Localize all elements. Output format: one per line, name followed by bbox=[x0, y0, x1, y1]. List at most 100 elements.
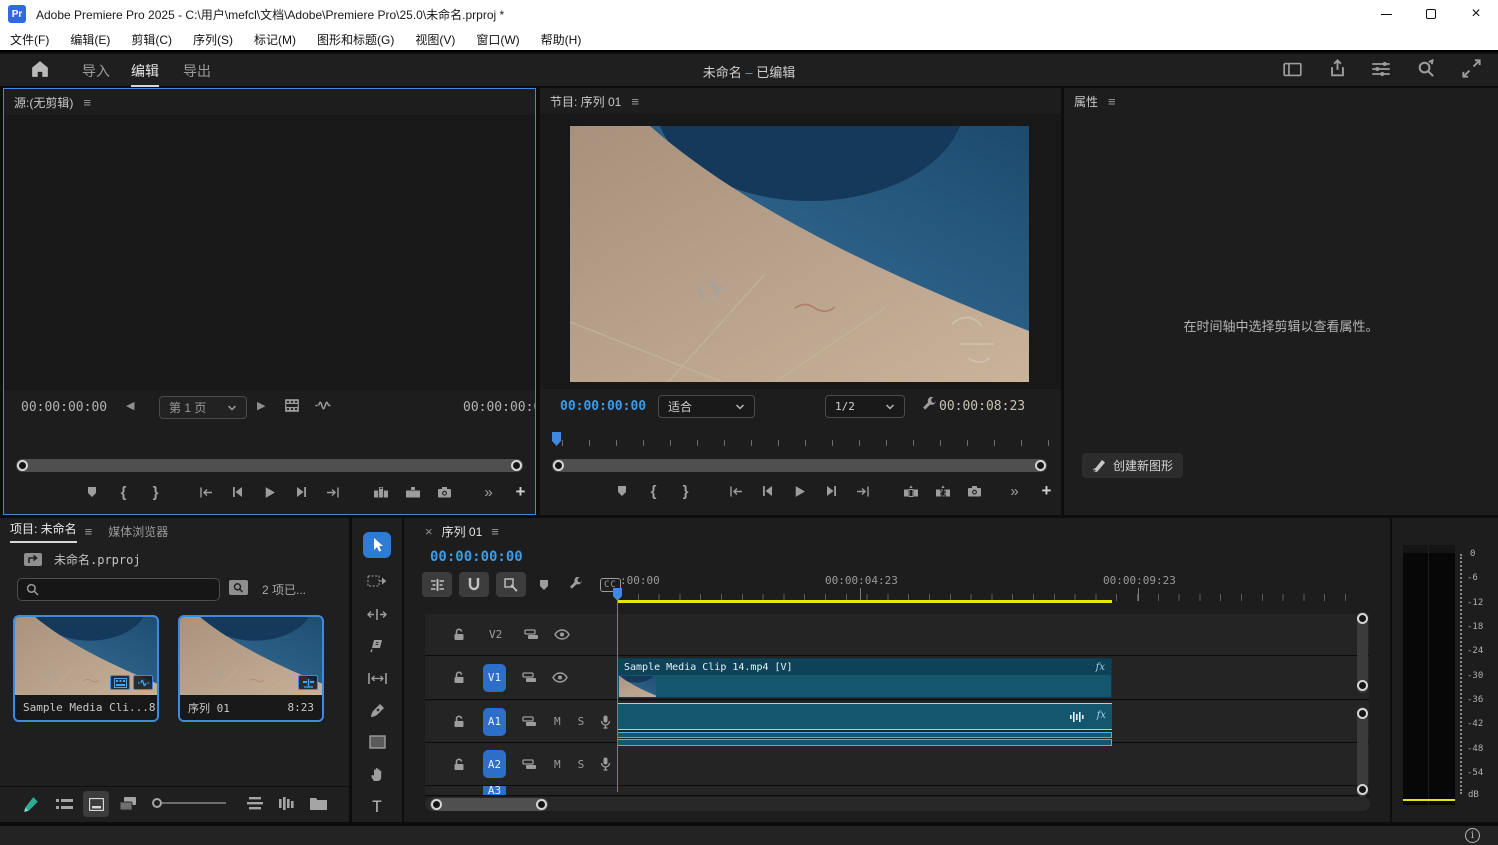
track-target-a1[interactable]: A1 bbox=[483, 708, 506, 736]
vscroll-bottom-handle[interactable] bbox=[1357, 784, 1368, 795]
timeline-hscrollbar-track[interactable] bbox=[425, 797, 1370, 811]
maximize-button[interactable] bbox=[1409, 0, 1453, 28]
snap-button[interactable] bbox=[459, 572, 489, 597]
share-button[interactable] bbox=[1328, 59, 1347, 81]
menu-window[interactable]: 窗口(W) bbox=[476, 31, 519, 48]
step-forward-button[interactable] bbox=[816, 480, 847, 502]
audio-clip-gain-strip-2[interactable] bbox=[617, 739, 1112, 746]
scrollbar-left-handle[interactable] bbox=[17, 460, 28, 471]
thumbnail-zoom-slider[interactable] bbox=[152, 801, 226, 805]
vscroll-top-handle[interactable] bbox=[1357, 613, 1368, 624]
play-button[interactable] bbox=[784, 480, 815, 502]
fullscreen-button[interactable] bbox=[1462, 59, 1481, 81]
selection-tool[interactable] bbox=[363, 532, 391, 558]
track-target-v1[interactable]: V1 bbox=[483, 664, 506, 692]
source-zoom-scrollbar[interactable] bbox=[16, 459, 523, 472]
source-next-page-button[interactable]: ▶ bbox=[257, 399, 265, 412]
project-item-sequence[interactable]: 序列 01 8:23 bbox=[178, 615, 324, 722]
add-marker-button[interactable] bbox=[606, 480, 637, 502]
go-to-out-button[interactable] bbox=[318, 481, 349, 503]
sync-lock-icon[interactable] bbox=[522, 716, 537, 727]
program-zoom-scrollbar[interactable] bbox=[552, 459, 1047, 472]
navigate-up-bin-icon[interactable] bbox=[24, 553, 42, 566]
search-bin-icon[interactable] bbox=[229, 580, 248, 595]
panel-menu-icon[interactable]: ≡ bbox=[631, 94, 639, 109]
close-button[interactable]: × bbox=[1454, 0, 1498, 28]
timeline-add-marker-button[interactable] bbox=[533, 572, 555, 597]
voiceover-mic-icon[interactable] bbox=[600, 715, 611, 729]
timeline-hscrollbar-handle[interactable] bbox=[430, 798, 548, 811]
sync-lock-icon[interactable] bbox=[522, 759, 537, 770]
minimize-button[interactable] bbox=[1364, 0, 1408, 28]
project-search-input[interactable] bbox=[17, 578, 220, 601]
overwrite-button[interactable] bbox=[397, 481, 428, 503]
type-tool[interactable]: T bbox=[363, 793, 391, 819]
source-audio-only-button[interactable] bbox=[314, 399, 332, 415]
timeline-tab-close-icon[interactable]: × bbox=[425, 524, 433, 539]
settings-button[interactable] bbox=[1371, 61, 1391, 80]
program-mini-ruler[interactable] bbox=[552, 432, 1049, 446]
timeline-ruler[interactable]: :00:00 00:00:04:23 00:00:09:23 bbox=[610, 572, 1361, 608]
workspace-button[interactable] bbox=[1283, 61, 1302, 81]
play-button[interactable] bbox=[254, 481, 285, 503]
video-clip[interactable]: Sample Media Clip 14.mp4 [V] fx bbox=[617, 658, 1112, 698]
razor-tool[interactable] bbox=[363, 633, 391, 659]
sync-lock-icon[interactable] bbox=[522, 672, 537, 683]
info-button[interactable]: i bbox=[1465, 828, 1480, 843]
program-timecode[interactable]: 00:00:00:00 bbox=[560, 399, 646, 414]
program-panel-title[interactable]: 节目: 序列 01 bbox=[550, 93, 621, 110]
add-marker-button[interactable] bbox=[76, 481, 107, 503]
scrollbar-left-handle[interactable] bbox=[431, 799, 442, 810]
meter-bar-right[interactable] bbox=[1429, 545, 1455, 805]
source-page-select[interactable]: 第 1 页 bbox=[159, 396, 247, 419]
timeline-tab[interactable]: 序列 01 bbox=[442, 523, 483, 540]
menu-view[interactable]: 视图(V) bbox=[415, 31, 455, 48]
solo-button[interactable]: S bbox=[578, 758, 585, 771]
fx-badge[interactable]: fx bbox=[1097, 710, 1106, 721]
source-timecode[interactable]: 00:00:00:00 bbox=[21, 400, 107, 415]
lock-icon[interactable] bbox=[453, 628, 465, 641]
program-playhead[interactable] bbox=[552, 432, 561, 446]
meter-bar-left[interactable] bbox=[1403, 545, 1428, 805]
program-settings-button[interactable] bbox=[921, 397, 937, 416]
playback-resolution-select[interactable]: 1/2 bbox=[825, 395, 905, 418]
rectangle-tool[interactable] bbox=[363, 729, 391, 755]
tab-project[interactable]: 项目: 未命名 bbox=[10, 520, 77, 543]
sort-icon[interactable] bbox=[247, 797, 263, 810]
linked-selection-button[interactable] bbox=[496, 572, 526, 597]
pen-tool[interactable] bbox=[363, 697, 391, 723]
audio-clip-gain-strip-1[interactable] bbox=[617, 732, 1112, 738]
quick-export-button[interactable] bbox=[1416, 59, 1436, 82]
insert-overwrite-sequences-button[interactable] bbox=[422, 572, 452, 597]
menu-graphics[interactable]: 图形和标题(G) bbox=[317, 31, 394, 48]
track-target-a2[interactable]: A2 bbox=[483, 750, 506, 778]
track-target-v2[interactable]: V2 bbox=[489, 628, 502, 641]
timeline-settings-button[interactable] bbox=[562, 572, 588, 597]
button-editor-add[interactable]: + bbox=[505, 481, 536, 503]
hand-tool[interactable] bbox=[363, 761, 391, 787]
panel-menu-icon[interactable]: ≡ bbox=[1108, 94, 1116, 109]
source-video-only-button[interactable] bbox=[284, 398, 300, 416]
sync-lock-icon[interactable] bbox=[524, 629, 539, 640]
program-video-frame[interactable] bbox=[570, 126, 1029, 382]
timeline-vscrollbar-video[interactable] bbox=[1357, 612, 1368, 693]
vscroll-top-handle[interactable] bbox=[1357, 708, 1368, 719]
freeform-view-icon[interactable] bbox=[120, 797, 138, 811]
source-panel-title[interactable]: 源:(无剪辑) bbox=[14, 94, 73, 111]
video-badge-icon[interactable] bbox=[110, 675, 130, 690]
eye-icon[interactable] bbox=[554, 629, 570, 640]
export-frame-button[interactable] bbox=[429, 481, 460, 503]
menu-sequence[interactable]: 序列(S) bbox=[193, 31, 233, 48]
slip-tool[interactable] bbox=[363, 665, 391, 691]
more-buttons[interactable]: » bbox=[473, 481, 504, 503]
fx-badge[interactable]: fx bbox=[1096, 662, 1105, 673]
sequence-badge-icon[interactable] bbox=[298, 675, 318, 690]
ripple-edit-tool[interactable] bbox=[363, 601, 391, 627]
vscroll-bottom-handle[interactable] bbox=[1357, 680, 1368, 691]
automate-to-sequence-icon[interactable] bbox=[279, 797, 296, 810]
scrollbar-left-handle[interactable] bbox=[553, 460, 564, 471]
slider-knob[interactable] bbox=[152, 798, 162, 808]
mark-in-button[interactable]: { bbox=[108, 481, 139, 503]
more-buttons[interactable]: » bbox=[999, 480, 1030, 502]
writable-pencil-icon[interactable] bbox=[23, 796, 39, 813]
